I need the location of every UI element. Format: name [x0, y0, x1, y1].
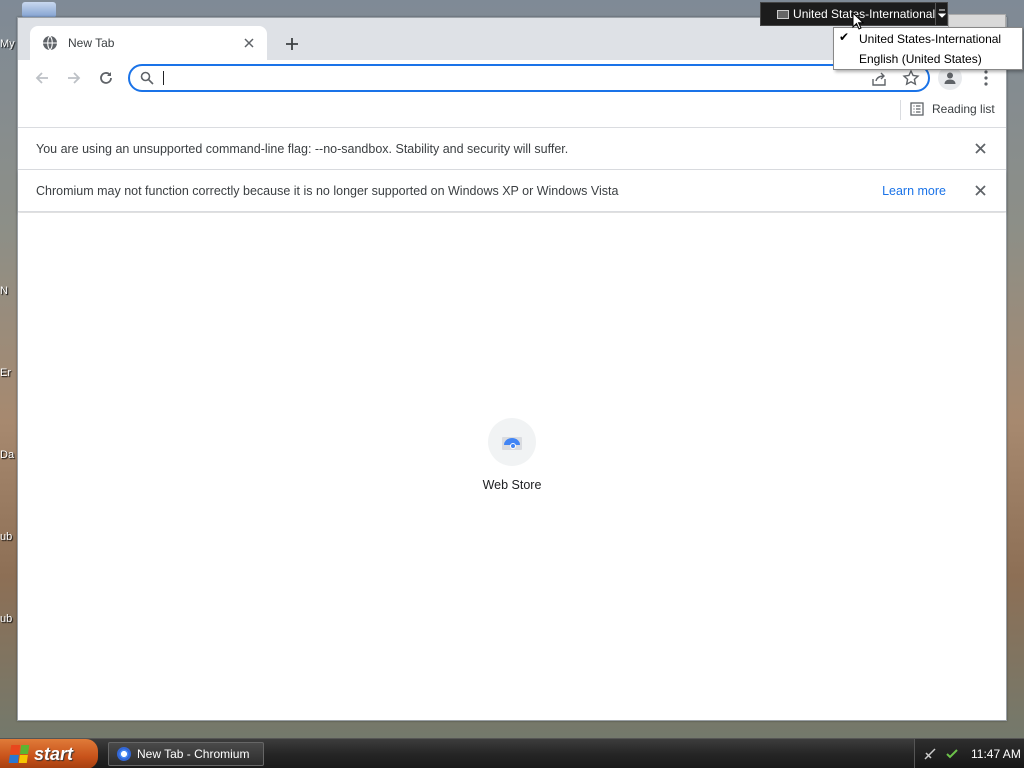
new-tab-page: Web Store: [18, 213, 1006, 720]
windows-logo-icon: [8, 745, 30, 763]
desktop-icon-label[interactable]: ub: [0, 613, 18, 625]
desktop-icon-label[interactable]: My: [0, 38, 18, 50]
browser-window: New Tab Reading list You are using an un…: [17, 17, 1007, 721]
bookmark-star-icon[interactable]: [902, 69, 920, 90]
infobar-os-warning: Chromium may not function correctly beca…: [18, 170, 1006, 212]
shortcut-label: Web Store: [482, 478, 542, 492]
window-controls[interactable]: [948, 14, 1006, 28]
mouse-cursor-icon: [852, 12, 864, 30]
share-icon[interactable]: [870, 70, 888, 91]
back-button[interactable]: [30, 66, 54, 90]
learn-more-link[interactable]: Learn more: [882, 184, 946, 198]
reading-list-button[interactable]: Reading list: [910, 102, 995, 116]
start-button[interactable]: start: [0, 739, 98, 768]
language-menu-item[interactable]: English (United States): [834, 49, 1022, 69]
chevron-down-icon: [937, 9, 946, 18]
more-vert-icon: [984, 70, 988, 86]
new-tab-button[interactable]: [280, 32, 304, 56]
language-current[interactable]: United States-International: [793, 7, 935, 21]
safely-remove-icon[interactable]: [945, 747, 959, 761]
language-menu-label: United States-International: [859, 32, 1002, 46]
language-menu-item[interactable]: ✔ United States-International: [834, 29, 1022, 49]
infobar-message: You are using an unsupported command-lin…: [36, 141, 569, 156]
keyboard-icon: [777, 9, 790, 19]
taskbar-item-chromium[interactable]: New Tab - Chromium: [108, 742, 264, 766]
desktop-icon[interactable]: [22, 2, 56, 18]
desktop-icon-label[interactable]: N: [0, 285, 18, 297]
reading-list-icon: [910, 102, 924, 116]
shortcut-icon-circle: [488, 418, 536, 466]
chromium-icon: [117, 747, 131, 761]
bookmark-bar: Reading list: [18, 96, 1006, 128]
arrow-right-icon: [68, 72, 81, 84]
infobar-close-icon[interactable]: [970, 181, 990, 201]
infobar-sandbox-warning: You are using an unsupported command-lin…: [18, 128, 1006, 170]
text-cursor: [163, 71, 164, 85]
desktop-icon-label[interactable]: ub: [0, 531, 18, 543]
desktop-icon-label[interactable]: Er: [0, 367, 18, 379]
reading-list-label: Reading list: [932, 102, 995, 116]
taskbar-item-label: New Tab - Chromium: [137, 747, 250, 761]
shortcut-web-store[interactable]: Web Store: [470, 418, 554, 492]
tab-close-icon[interactable]: [239, 33, 259, 53]
system-tray: 11:47 AM: [914, 739, 1024, 768]
infobar-close-icon[interactable]: [970, 139, 990, 159]
taskbar: start New Tab - Chromium 11:47 AM: [0, 738, 1024, 768]
globe-icon: [42, 35, 58, 51]
tab-title: New Tab: [68, 36, 115, 50]
search-icon: [140, 71, 154, 88]
start-label: start: [34, 743, 74, 764]
arrow-left-icon: [35, 72, 48, 84]
network-icon[interactable]: [923, 747, 937, 761]
language-options-button[interactable]: [935, 3, 947, 25]
desktop-icon-label[interactable]: Da: [0, 449, 18, 461]
forward-button[interactable]: [62, 66, 86, 90]
infobar-message: Chromium may not function correctly beca…: [36, 183, 619, 198]
language-menu-label: English (United States): [859, 52, 982, 66]
person-icon: [944, 72, 956, 84]
clock[interactable]: 11:47 AM: [971, 747, 1021, 761]
web-store-icon: [502, 437, 522, 450]
tab-new-tab[interactable]: New Tab: [30, 26, 267, 60]
reload-button[interactable]: [94, 66, 118, 90]
plus-icon: [286, 38, 298, 50]
language-menu: ✔ United States-International English (U…: [833, 27, 1023, 70]
reload-icon: [100, 72, 112, 84]
address-bar[interactable]: [128, 64, 930, 92]
divider: [900, 100, 901, 120]
check-icon: ✔: [839, 30, 850, 44]
